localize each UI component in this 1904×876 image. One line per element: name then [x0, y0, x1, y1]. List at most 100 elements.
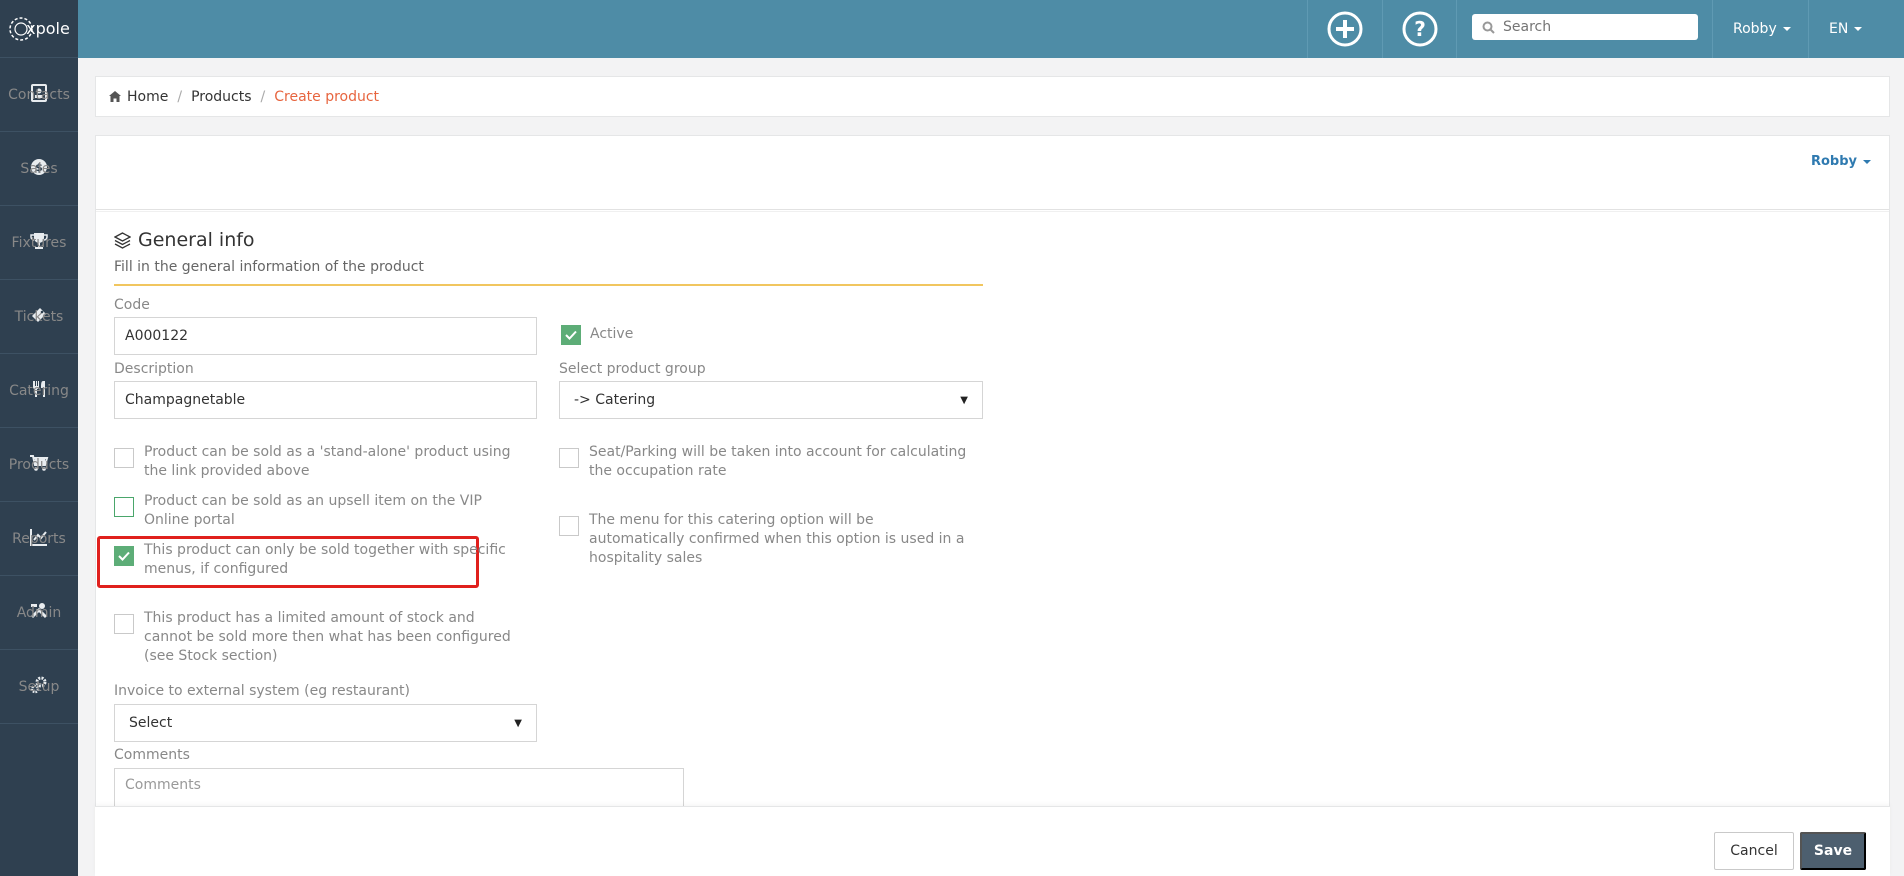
invoice-select[interactable]: Select ▼	[114, 704, 537, 742]
sidebar-item-label: Catering	[9, 382, 69, 399]
select-arrow-icon: ▼	[514, 717, 522, 729]
sidebar: xpole Contacts $ Sales Fixtures Tickets …	[0, 0, 78, 876]
search-input[interactable]	[1503, 19, 1683, 35]
plus-circle-icon	[1327, 11, 1363, 47]
breadcrumb-home[interactable]: Home	[127, 89, 168, 105]
stock-checkbox[interactable]	[114, 614, 134, 634]
sidebar-item-contacts[interactable]: Contacts	[0, 58, 78, 132]
code-input[interactable]: A000122	[114, 317, 537, 355]
panel-user-menu[interactable]: Robby	[1811, 154, 1871, 169]
stock-label-line: This product has a limited amount of sto…	[144, 610, 475, 626]
description-label: Description	[114, 361, 194, 377]
panel-divider	[96, 209, 1889, 212]
sidebar-item-label: Sales	[20, 160, 58, 177]
seat-parking-label-line: Seat/Parking will be taken into account …	[589, 444, 967, 460]
question-circle-icon: ?	[1402, 11, 1437, 47]
standalone-label-line: Product can be sold as a 'stand-alone' p…	[144, 444, 511, 460]
sidebar-item-admin[interactable]: Admin	[0, 576, 78, 650]
sidebar-item-label: Products	[8, 456, 70, 473]
specific-menus-label-line: menus, if configured	[144, 561, 289, 577]
invoice-label: Invoice to external system (eg restauran…	[114, 683, 410, 699]
chevron-down-icon	[1863, 159, 1871, 164]
upsell-checkbox[interactable]	[114, 497, 134, 517]
sidebar-item-tickets[interactable]: Tickets	[0, 280, 78, 354]
chevron-down-icon	[1854, 27, 1863, 31]
sidebar-item-label: Tickets	[14, 308, 64, 325]
sidebar-item-label: Fixtures	[11, 234, 67, 251]
app-logo[interactable]: xpole	[0, 0, 78, 58]
active-checkbox[interactable]	[561, 325, 581, 345]
breadcrumb-current: Create product	[274, 88, 380, 105]
breadcrumb-separator: /	[260, 88, 266, 105]
sidebar-item-label: Contacts	[8, 86, 70, 103]
sidebar-item-catering[interactable]: Catering	[0, 354, 78, 428]
section-subtitle: Fill in the general information of the p…	[114, 259, 424, 275]
save-button[interactable]: Save	[1800, 832, 1866, 870]
user-menu[interactable]: Robby	[1712, 0, 1808, 58]
upsell-label-line: Product can be sold as an upsell item on…	[144, 493, 482, 509]
specific-menus-checkbox[interactable]	[114, 546, 134, 566]
seat-parking-checkbox[interactable]	[559, 448, 579, 468]
section-title-text: General info	[138, 229, 255, 251]
search-box[interactable]	[1472, 14, 1698, 40]
svg-text:?: ?	[1414, 17, 1426, 41]
chevron-down-icon	[1782, 27, 1791, 31]
layers-icon	[114, 231, 131, 249]
menu-confirm-label-line: hospitality sales	[589, 550, 703, 566]
breadcrumb-products[interactable]: Products	[191, 89, 251, 105]
invoice-value: Select	[129, 715, 173, 731]
divider	[1456, 0, 1457, 58]
sidebar-item-sales[interactable]: $ Sales	[0, 132, 78, 206]
check-icon	[565, 330, 577, 340]
select-arrow-icon: ▼	[960, 394, 968, 406]
standalone-checkbox[interactable]	[114, 448, 134, 468]
add-button[interactable]	[1307, 0, 1382, 58]
top-bar: ? Robby EN	[78, 0, 1904, 58]
search-icon	[1482, 21, 1495, 34]
sidebar-item-reports[interactable]: Reports	[0, 502, 78, 576]
panel-user-name: Robby	[1810, 154, 1857, 169]
sidebar-item-fixtures[interactable]: Fixtures	[0, 206, 78, 280]
logo-text: xpole	[26, 19, 70, 38]
standalone-label-line: the link provided above	[144, 463, 310, 479]
seat-parking-label-line: the occupation rate	[589, 463, 727, 479]
standalone-label: Product can be sold as a 'stand-alone' p…	[144, 443, 511, 481]
menu-confirm-checkbox[interactable]	[559, 516, 579, 536]
product-group-value: -> Catering	[574, 392, 656, 408]
sidebar-item-label: Admin	[16, 604, 62, 621]
section-title: General info	[114, 229, 255, 251]
cancel-button[interactable]: Cancel	[1714, 832, 1794, 870]
product-group-select[interactable]: -> Catering ▼	[559, 381, 983, 419]
description-input[interactable]: Champagnetable	[114, 381, 537, 419]
menu-confirm-label: The menu for this catering option will b…	[589, 511, 964, 568]
code-label: Code	[114, 297, 150, 313]
sidebar-item-label: Setup	[18, 678, 60, 695]
active-label: Active	[590, 326, 634, 342]
sidebar-item-setup[interactable]: Setup	[0, 650, 78, 724]
stock-label: This product has a limited amount of sto…	[144, 609, 511, 666]
upsell-label: Product can be sold as an upsell item on…	[144, 492, 482, 530]
menu-confirm-label-line: automatically confirmed when this option…	[589, 531, 965, 547]
menu-confirm-label-line: The menu for this catering option will b…	[589, 512, 874, 528]
help-button[interactable]: ?	[1382, 0, 1456, 58]
comments-label: Comments	[114, 747, 190, 763]
specific-menus-label: This product can only be sold together w…	[144, 541, 506, 579]
breadcrumb-separator: /	[177, 88, 183, 105]
product-group-label: Select product group	[559, 361, 706, 377]
upsell-label-line: Online portal	[144, 512, 235, 528]
specific-menus-label-line: This product can only be sold together w…	[144, 542, 506, 558]
stock-label-line: (see Stock section)	[144, 648, 278, 664]
logo-mark: xpole	[8, 16, 70, 42]
language-menu[interactable]: EN	[1808, 0, 1878, 58]
sidebar-item-products[interactable]: Products	[0, 428, 78, 502]
language-code: EN	[1829, 21, 1849, 37]
stock-label-line: cannot be sold more then what has been c…	[144, 629, 511, 645]
footer-bar	[95, 806, 1890, 876]
section-underline	[114, 284, 983, 286]
sidebar-item-label: Reports	[12, 530, 66, 547]
breadcrumb: Home / Products / Create product	[95, 76, 1890, 117]
seat-parking-label: Seat/Parking will be taken into account …	[589, 443, 966, 481]
user-name: Robby	[1733, 21, 1777, 37]
main-panel: Robby General info Fill in the general i…	[95, 135, 1890, 876]
check-icon	[118, 551, 130, 561]
